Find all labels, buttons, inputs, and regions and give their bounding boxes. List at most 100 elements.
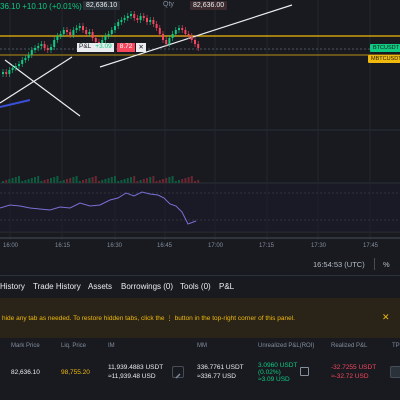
tab-history[interactable]: History <box>0 282 25 291</box>
tp-sl-button[interactable] <box>390 366 400 378</box>
rpnl-usd: ≈-32.72 USD <box>331 373 369 380</box>
mbtcusdt-price-tag: MBTCUSDT <box>368 55 400 63</box>
candle <box>75 28 78 30</box>
candle <box>21 60 24 64</box>
volume-bar <box>101 180 104 183</box>
candle <box>40 44 43 46</box>
pnl-value: +3.09 <box>93 43 114 52</box>
pnl-qty: 8.72 <box>116 43 136 52</box>
liq-price-value: 98,755.20 <box>61 369 90 376</box>
candle <box>50 47 52 50</box>
percent-toggle[interactable]: % <box>383 260 390 269</box>
candle <box>152 20 155 24</box>
candle <box>78 26 81 28</box>
share-icon[interactable] <box>300 367 309 376</box>
bottom-tab-bar: History Trade History Assets Borrowings … <box>0 275 400 298</box>
candle <box>43 44 46 48</box>
close-notice-button[interactable]: ✕ <box>382 312 390 323</box>
notice-text-after: button in the top-right corner of this p… <box>174 315 295 322</box>
candle <box>88 32 91 34</box>
tab-tools[interactable]: Tools (0) <box>180 282 211 291</box>
candle <box>72 30 75 35</box>
candle <box>53 40 56 47</box>
tab-borrowings[interactable]: Borrowings (0) <box>121 282 173 291</box>
candle <box>107 34 110 36</box>
volume-bar <box>59 181 62 183</box>
volume-bar <box>11 178 14 183</box>
top-price-left: 82,636.10 <box>83 1 121 10</box>
candle <box>146 18 148 22</box>
volume-bar <box>114 176 116 183</box>
candle <box>85 30 88 34</box>
close-position-icon[interactable]: ✕ <box>136 43 146 52</box>
candle <box>59 34 62 36</box>
time-label: 16:15 <box>55 243 71 249</box>
mm-usdt: 336.7761 USDT <box>197 364 244 371</box>
candle <box>149 20 152 22</box>
price-chart[interactable]: 36.10 +10.10 (+0.01%) 82,636.10 Qty 82,6… <box>0 0 400 256</box>
volume-bar <box>78 181 81 183</box>
tab-pnl[interactable]: P&L <box>219 282 234 291</box>
volume-bar <box>165 178 168 183</box>
candle <box>18 64 20 66</box>
mm-usd: ≈336.77 USD <box>197 373 236 380</box>
volume-bar <box>184 178 187 183</box>
time-label: 16:45 <box>157 243 173 249</box>
volume-bar <box>139 180 142 183</box>
volume-bar <box>43 180 46 183</box>
volume-bar <box>30 178 33 183</box>
upnl-usdt: 3.0960 USDT <box>258 362 298 369</box>
candle <box>136 18 139 20</box>
candle <box>120 20 123 22</box>
time-label: 16:00 <box>3 243 19 249</box>
candle <box>56 36 59 40</box>
volume-bar <box>110 177 113 183</box>
candle <box>181 28 184 30</box>
volume-bar <box>126 178 129 183</box>
candle <box>117 22 120 26</box>
volume-bar <box>142 179 145 183</box>
candlestick-chart[interactable] <box>0 0 400 256</box>
candle <box>82 26 84 30</box>
volume-bar <box>21 181 24 183</box>
candle <box>30 50 33 55</box>
header-unrealized-pnl: Unrealized P&L(ROI) <box>258 343 315 349</box>
volume-bar <box>27 179 30 183</box>
divider <box>374 258 375 270</box>
volume-bar <box>53 177 56 183</box>
candle <box>178 28 180 30</box>
utc-clock[interactable]: 16:54:53 (UTC) <box>313 260 365 269</box>
indicator-line <box>0 99 31 108</box>
volume-bar <box>62 180 65 183</box>
volume-bar <box>149 177 152 183</box>
candle <box>62 30 65 34</box>
header-mm: MM <box>197 343 207 349</box>
volume-bar <box>152 176 155 183</box>
pnl-tag[interactable]: P&L +3.09 8.72 ✕ <box>77 43 146 52</box>
volume-bar <box>181 179 184 183</box>
candle <box>104 36 107 40</box>
candle <box>11 68 14 70</box>
notice-text-before: hide any tab as needed. To restore hidde… <box>2 315 165 322</box>
volume-bar <box>155 181 158 183</box>
im-usdt: 11,939.4883 USDT <box>108 364 164 371</box>
candle <box>171 34 174 38</box>
header-liq-price: Liq. Price <box>61 343 87 349</box>
edit-margin-button[interactable] <box>172 366 184 379</box>
volume-bar <box>18 176 20 183</box>
volume-bar <box>120 180 123 183</box>
volume-bar <box>168 177 171 183</box>
volume-bar <box>178 180 180 183</box>
volume-bar <box>66 179 68 183</box>
volume-bar <box>5 180 8 183</box>
tab-trade-history[interactable]: Trade History <box>33 282 81 291</box>
volume-bar <box>46 179 49 183</box>
volume-bar <box>194 181 196 183</box>
candle <box>24 58 27 60</box>
mark-price-value: 82,636.10 <box>11 369 40 376</box>
candle <box>155 24 158 28</box>
tab-assets[interactable]: Assets <box>88 282 112 291</box>
volume-bar <box>107 178 110 183</box>
candle <box>34 48 36 50</box>
time-label: 17:45 <box>363 243 379 249</box>
